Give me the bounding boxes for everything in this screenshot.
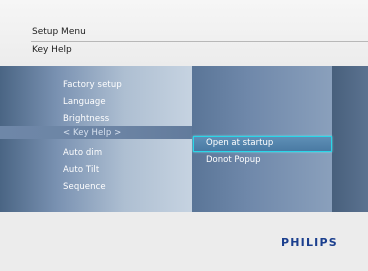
brand-logo: PHILIPS <box>281 236 338 249</box>
menu-panel: Factory setup Language Brightness < Key … <box>0 66 368 212</box>
menu-item-auto-tilt[interactable]: Auto Tilt <box>63 165 99 175</box>
menu-item-key-help[interactable]: < Key Help > <box>63 128 121 138</box>
menu-item-language[interactable]: Language <box>63 97 106 107</box>
submenu-item-donot-popup[interactable]: Donot Popup <box>206 155 261 165</box>
submenu-item-open-at-startup[interactable]: Open at startup <box>206 138 273 148</box>
breadcrumb: Key Help <box>32 45 72 55</box>
page-title: Setup Menu <box>32 27 86 37</box>
third-column <box>332 66 368 212</box>
header-bar: Setup Menu Key Help <box>0 0 368 66</box>
header-divider <box>31 41 368 42</box>
menu-item-auto-dim[interactable]: Auto dim <box>63 148 102 158</box>
menu-item-factory-setup[interactable]: Factory setup <box>63 80 122 90</box>
menu-item-brightness[interactable]: Brightness <box>63 114 109 124</box>
menu-item-sequence[interactable]: Sequence <box>63 182 106 192</box>
